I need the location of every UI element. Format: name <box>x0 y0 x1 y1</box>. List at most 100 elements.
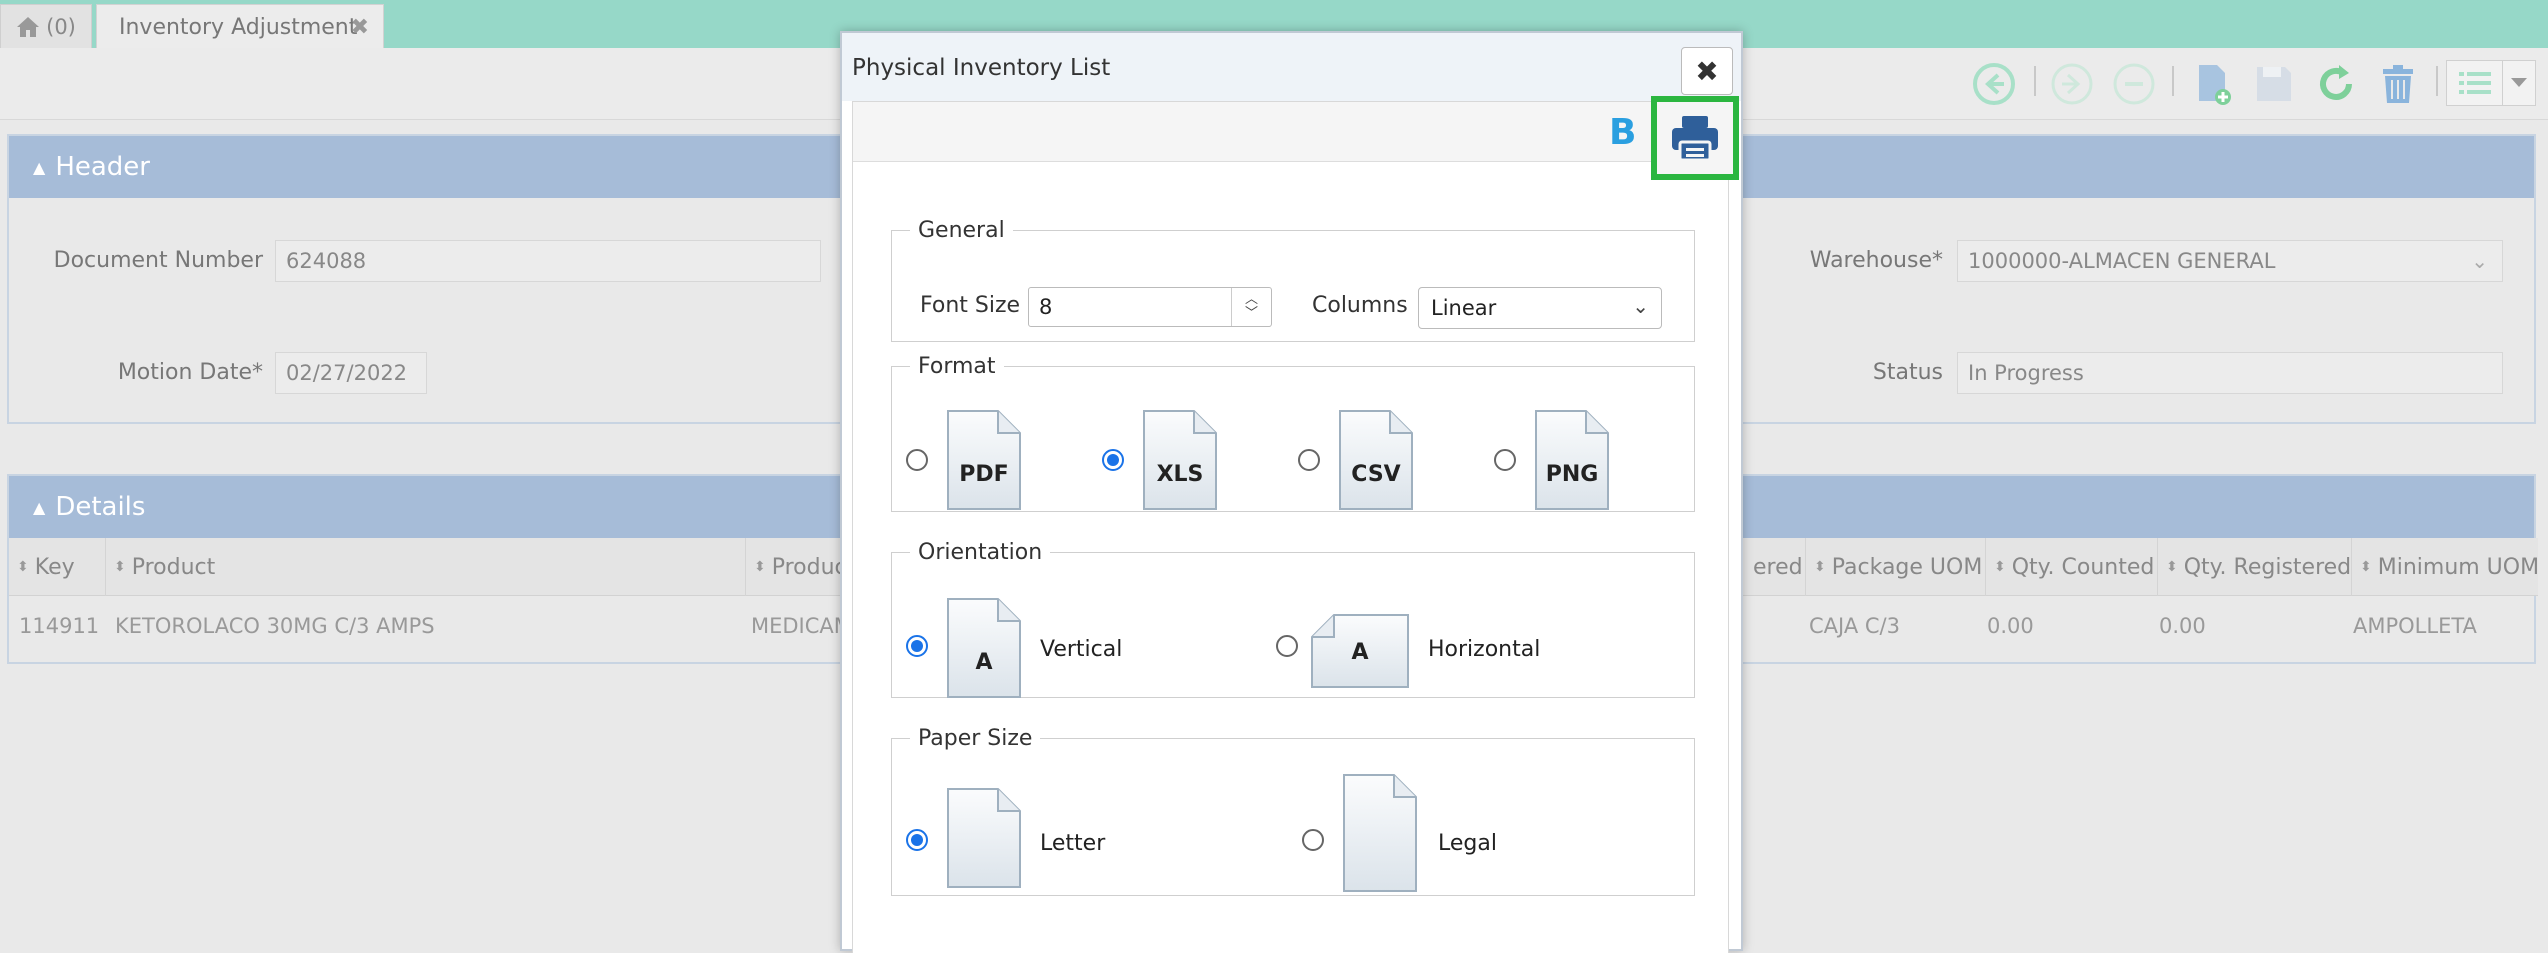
columns-label: Columns <box>1312 293 1408 318</box>
cell-qty-registered: 0.00 <box>2159 614 2206 638</box>
dialog-title: Physical Inventory List <box>852 55 1111 81</box>
refresh-icon <box>2320 65 2352 100</box>
home-tab-count: (0) <box>46 14 76 39</box>
paper-size-group: Paper Size Letter Legal <box>891 726 1695 896</box>
delete-button[interactable] <box>2372 58 2424 110</box>
sort-icon: ⬍ <box>754 559 766 575</box>
column-header-qty-counted[interactable]: ⬍ Qty. Counted <box>1985 538 2157 596</box>
column-header-product-category[interactable]: ⬍ Produc <box>745 538 845 596</box>
cancel-icon <box>2113 63 2155 105</box>
cell-product: KETOROLACO 30MG C/3 AMPS <box>115 614 435 638</box>
status-field[interactable]: In Progress <box>1957 352 2503 394</box>
font-size-stepper[interactable]: ︿ ﹀ <box>1231 288 1271 326</box>
orientation-group: Orientation A Vertical A Horizontal <box>891 540 1695 698</box>
list-icon <box>2458 72 2491 94</box>
forward-arrow-icon <box>2051 63 2093 105</box>
csv-file-icon[interactable]: CSV <box>1338 409 1414 511</box>
horizontal-page-icon[interactable]: A <box>1310 613 1410 689</box>
paper-size-legend: Paper Size <box>918 726 1033 751</box>
document-number-field[interactable]: 624088 <box>275 240 821 282</box>
forward-button[interactable] <box>2046 58 2098 110</box>
paper-radio-letter[interactable] <box>906 829 928 851</box>
tab-label: Inventory Adjustment <box>119 15 358 40</box>
refresh-button[interactable] <box>2310 58 2362 110</box>
column-header-key[interactable]: ⬍ Key <box>9 538 105 596</box>
svg-text:A: A <box>1351 640 1368 665</box>
horizontal-label: Horizontal <box>1428 637 1541 662</box>
cell-key: 114911 <box>19 614 100 638</box>
chevron-down-icon <box>2511 78 2527 87</box>
status-label: Status <box>1872 360 1943 385</box>
save-icon <box>2257 67 2291 101</box>
sort-icon: ⬍ <box>114 559 126 575</box>
orientation-radio-vertical[interactable] <box>906 635 928 657</box>
png-file-icon[interactable]: PNG <box>1534 409 1610 511</box>
sort-icon: ⬍ <box>2360 559 2372 575</box>
back-button[interactable] <box>1968 58 2020 110</box>
format-radio-pdf[interactable] <box>906 449 928 471</box>
list-dropdown-button[interactable] <box>2503 61 2535 105</box>
home-icon <box>17 16 40 37</box>
dialog-toolbar: B <box>853 96 1739 180</box>
svg-text:A: A <box>975 650 992 675</box>
tab-home[interactable]: (0) <box>0 4 92 48</box>
tab-inventory-adjustment[interactable]: Inventory Adjustment ✖ <box>96 4 384 50</box>
trash-icon <box>2383 65 2413 103</box>
new-document-button[interactable] <box>2186 58 2238 110</box>
vertical-label: Vertical <box>1040 637 1123 662</box>
b-label: B <box>1609 112 1637 153</box>
warehouse-label: Warehouse* <box>1809 248 1943 273</box>
paper-radio-legal[interactable] <box>1302 829 1324 851</box>
svg-text:PNG: PNG <box>1546 462 1599 487</box>
tab-close-icon[interactable]: ✖ <box>351 15 369 40</box>
sort-icon: ⬍ <box>2166 559 2178 575</box>
dialog-title-bar: Physical Inventory List ✖ <box>842 33 1741 101</box>
motion-date-label: Motion Date* <box>117 360 263 385</box>
svg-text:XLS: XLS <box>1157 462 1204 487</box>
chevron-down-icon[interactable]: ﹀ <box>1245 307 1258 321</box>
column-header-minimum-uom[interactable]: ⬍ Minimum UOM <box>2351 538 2538 596</box>
svg-text:CSV: CSV <box>1351 462 1400 487</box>
column-header-package-uom[interactable]: ⬍ Package UOM <box>1805 538 1985 596</box>
legal-page-icon[interactable] <box>1342 773 1418 893</box>
warehouse-select[interactable]: 1000000-ALMACEN GENERAL ⌄ <box>1957 240 2503 282</box>
cell-package-uom: CAJA C/3 <box>1809 614 1900 638</box>
dialog-close-button[interactable]: ✖ <box>1681 47 1733 95</box>
physical-inventory-dialog: Physical Inventory List ✖ B General Font… <box>840 31 1743 953</box>
chevron-down-icon: ⌄ <box>2471 249 2488 273</box>
cancel-button[interactable] <box>2108 58 2160 110</box>
letter-page-icon[interactable] <box>946 787 1022 889</box>
format-legend: Format <box>918 354 996 379</box>
format-radio-png[interactable] <box>1494 449 1516 471</box>
close-icon: ✖ <box>1695 54 1719 88</box>
list-menu[interactable] <box>2446 60 2536 106</box>
collapse-triangle-icon: ▲ <box>33 157 46 177</box>
motion-date-field[interactable]: 02/27/2022 <box>275 352 427 394</box>
column-header-product[interactable]: ⬍ Product <box>105 538 745 596</box>
orientation-radio-horizontal[interactable] <box>1276 635 1298 657</box>
cell-qty-counted: 0.00 <box>1987 614 2034 638</box>
cell-product-category: MEDICAM <box>751 614 843 638</box>
sort-icon: ⬍ <box>1994 559 2006 575</box>
legal-label: Legal <box>1438 831 1497 856</box>
dialog-body: B General Font Size 8 ︿ ﹀ Columns Linear… <box>852 96 1739 953</box>
document-number-label: Document Number <box>53 248 263 273</box>
xls-file-icon[interactable]: XLS <box>1142 409 1218 511</box>
column-header-partial[interactable]: ered <box>1745 538 1805 596</box>
format-radio-csv[interactable] <box>1298 449 1320 471</box>
format-group: Format PDF XLS CSV PNG <box>891 354 1695 512</box>
list-view-button[interactable] <box>2447 61 2503 105</box>
column-header-qty-registered[interactable]: ⬍ Qty. Registered <box>2157 538 2351 596</box>
print-button[interactable] <box>1651 96 1739 180</box>
format-radio-xls[interactable] <box>1102 449 1124 471</box>
collapse-triangle-icon: ▲ <box>33 497 46 517</box>
back-arrow-icon <box>1973 63 2015 105</box>
vertical-page-icon[interactable]: A <box>946 597 1022 699</box>
save-button[interactable] <box>2248 58 2300 110</box>
pdf-file-icon[interactable]: PDF <box>946 409 1022 511</box>
cell-minimum-uom: AMPOLLETA <box>2353 614 2477 638</box>
font-size-input[interactable]: 8 ︿ ﹀ <box>1028 287 1272 327</box>
chevron-up-icon[interactable]: ︿ <box>1245 293 1258 307</box>
letter-label: Letter <box>1040 831 1106 856</box>
columns-select[interactable]: Linear ⌄ <box>1418 287 1662 329</box>
